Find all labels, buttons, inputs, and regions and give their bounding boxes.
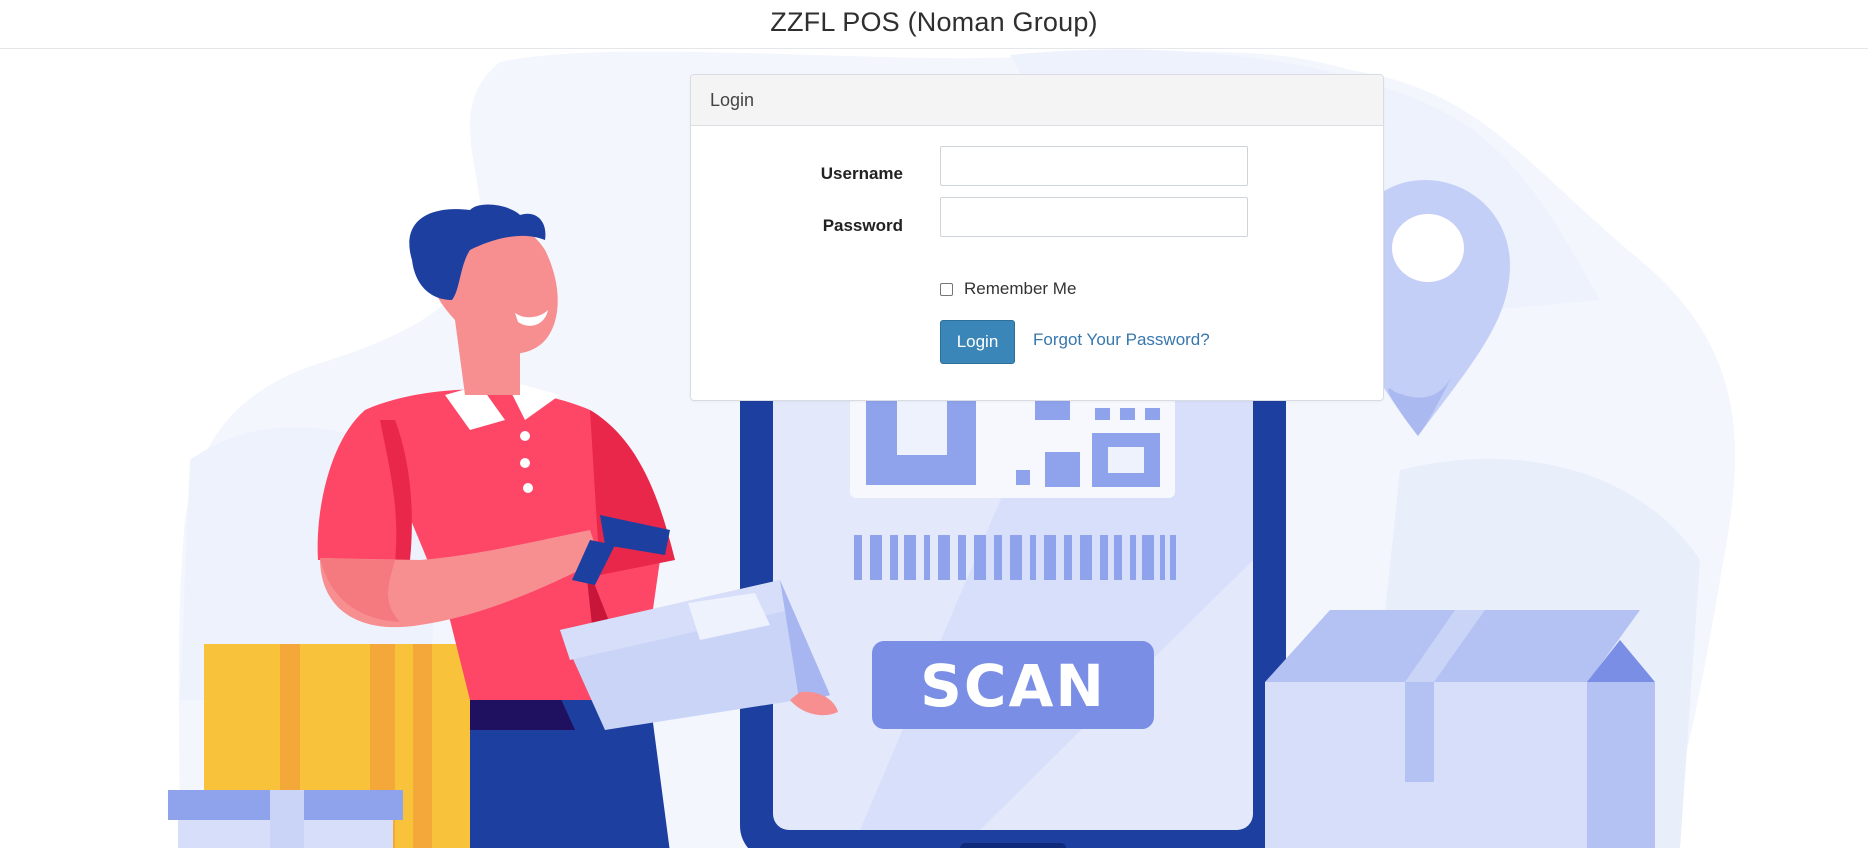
box-illustration-left <box>168 644 474 848</box>
app-title: ZZFL POS (Noman Group) <box>770 6 1098 37</box>
forgot-password-link[interactable]: Forgot Your Password? <box>1033 330 1210 350</box>
login-panel: Login Username Password Remember Me Logi… <box>690 74 1384 401</box>
password-label: Password <box>822 216 903 235</box>
username-input[interactable] <box>940 146 1248 186</box>
remember-me-option[interactable]: Remember Me <box>940 279 1076 299</box>
top-bar: ZZFL POS (Noman Group) <box>0 0 1868 49</box>
username-label: Username <box>820 164 903 183</box>
password-input[interactable] <box>940 197 1248 237</box>
box-illustration-right <box>1265 610 1655 848</box>
remember-me-checkbox[interactable] <box>940 282 953 296</box>
scan-label: SCAN <box>920 652 1106 720</box>
remember-me-label: Remember Me <box>964 279 1077 298</box>
login-button[interactable]: Login <box>940 320 1015 364</box>
phone-illustration: SCAN <box>740 330 1286 848</box>
login-panel-header: Login <box>691 75 1383 126</box>
